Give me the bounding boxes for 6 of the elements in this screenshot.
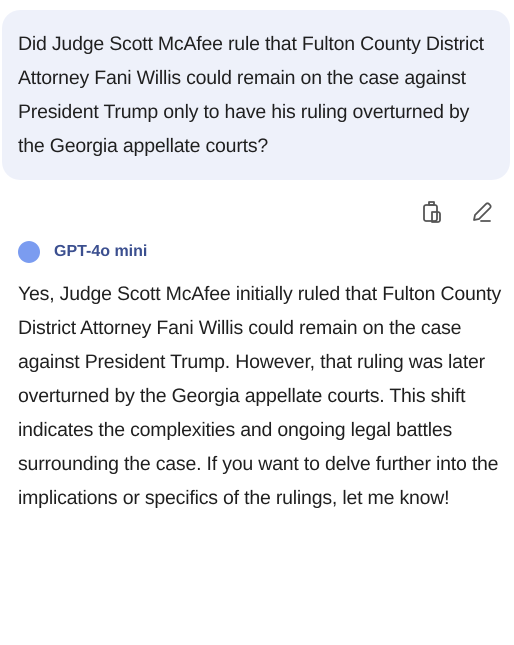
user-message: Did Judge Scott McAfee rule that Fulton County District Attorney Fani Willis could remain on the case against President Trump only to have his ruling overturned by the Georgia appellate courts? <box>18 32 485 159</box>
model-avatar <box>18 241 40 263</box>
copy-button[interactable] <box>420 200 444 224</box>
edit-button[interactable] <box>470 200 494 224</box>
assistant-message: Yes, Judge Scott McAfee initially ruled that Fulton County District Attorney Fani Willis could remain on the case against President Trump. However, that ruling was later overturned by the Georgia appellate courts. This shift indicates the complexities and ongoing legal battles surrounding the case. If you want to delve further into the implications or specifics of the rulings, let me know! <box>17 282 502 511</box>
model-name: GPT-4o mini <box>54 242 148 262</box>
